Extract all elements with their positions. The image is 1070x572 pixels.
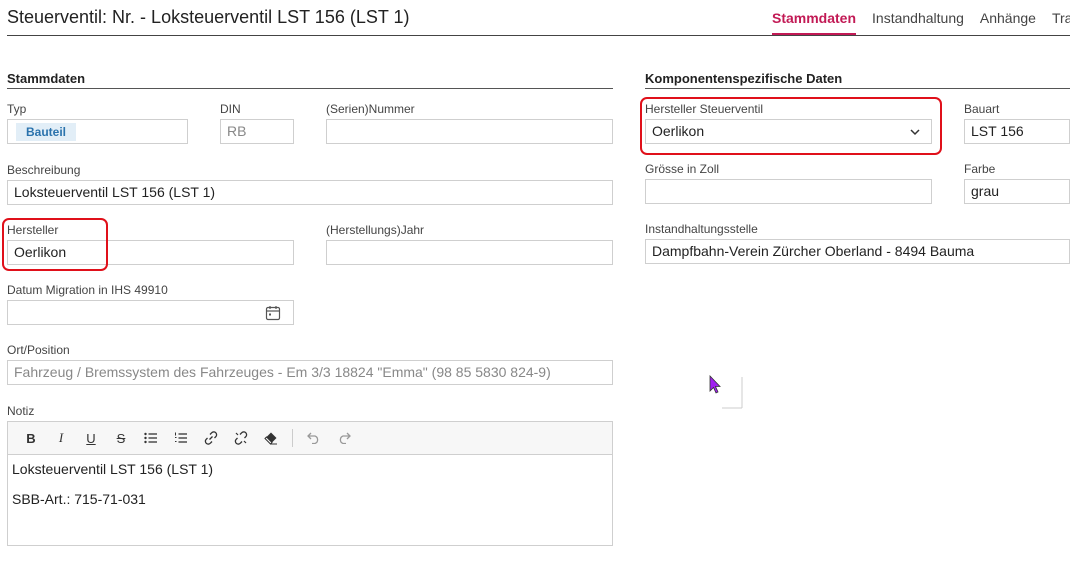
nummer-input[interactable] (326, 119, 613, 144)
nummer-label: (Serien)Nummer (326, 102, 415, 116)
notiz-line: Loksteuerventil LST 156 (LST 1) (12, 461, 214, 477)
clear-format-icon[interactable] (256, 426, 286, 450)
calendar-icon[interactable] (265, 305, 281, 321)
highlight-box-hersteller (2, 218, 108, 271)
jahr-input[interactable] (326, 240, 613, 265)
bauart-label: Bauart (964, 102, 1000, 116)
section-title-stammdaten: Stammdaten (7, 71, 86, 86)
farbe-input[interactable]: grau (964, 179, 1070, 204)
instandhaltungsstelle-label: Instandhaltungsstelle (645, 222, 758, 236)
editor-content[interactable]: Loksteuerventil LST 156 (LST 1) SBB-Art.… (8, 455, 612, 527)
ort-position-label: Ort/Position (7, 343, 70, 357)
tab-anhaenge[interactable]: Anhänge (980, 10, 1036, 35)
notiz-editor[interactable]: B I U S Loksteuerventil LST 156 (LST 1) … (7, 421, 613, 546)
datum-migration-label: Datum Migration in IHS 49910 (7, 283, 168, 297)
ort-position-field: Fahrzeug / Bremssystem des Fahrzeuges - … (7, 360, 613, 385)
toolbar-separator (292, 429, 293, 447)
notiz-label: Notiz (7, 404, 35, 418)
section-divider (7, 88, 613, 89)
underline-icon[interactable]: U (76, 426, 106, 450)
highlight-box-hersteller-steuerventil (640, 97, 942, 155)
jahr-label: (Herstellungs)Jahr (326, 223, 425, 237)
bullet-list-icon[interactable] (136, 426, 166, 450)
italic-icon[interactable]: I (46, 426, 76, 450)
page-title: Steuerventil: Nr. - Loksteuerventil LST … (7, 7, 410, 27)
numbered-list-icon[interactable] (166, 426, 196, 450)
din-label: DIN (220, 102, 241, 116)
typ-field[interactable]: Bauteil (7, 119, 188, 144)
datum-migration-input[interactable] (7, 300, 294, 325)
editor-toolbar: B I U S (8, 422, 612, 455)
undo-icon[interactable] (299, 426, 329, 450)
strikethrough-icon[interactable]: S (106, 426, 136, 450)
section-divider (645, 88, 1070, 89)
instandhaltungsstelle-input[interactable]: Dampfbahn-Verein Zürcher Oberland - 8494… (645, 239, 1070, 264)
bold-icon[interactable]: B (16, 426, 46, 450)
tab-stammdaten[interactable]: Stammdaten (772, 10, 857, 35)
tab-tra[interactable]: Tra (1052, 10, 1070, 35)
section-title-komponenten: Komponentenspezifische Daten (645, 71, 843, 86)
typ-badge: Bauteil (16, 123, 77, 141)
redo-icon[interactable] (329, 426, 359, 450)
unlink-icon[interactable] (226, 426, 256, 450)
notiz-line: SBB-Art.: 715-71-031 (12, 491, 146, 507)
groesse-input[interactable] (645, 179, 932, 204)
link-icon[interactable] (196, 426, 226, 450)
beschreibung-input[interactable]: Loksteuerventil LST 156 (LST 1) (7, 180, 613, 205)
mouse-cursor-icon (709, 375, 743, 409)
header-divider (7, 35, 1070, 36)
tab-instandhaltung[interactable]: Instandhaltung (872, 10, 964, 35)
tab-bar: Stammdaten Instandhaltung Anhänge Tra (772, 10, 1070, 35)
typ-label: Typ (7, 102, 27, 116)
beschreibung-label: Beschreibung (7, 163, 81, 177)
din-field: RB (220, 119, 294, 144)
bauart-input[interactable]: LST 156 (964, 119, 1070, 144)
farbe-label: Farbe (964, 162, 996, 176)
groesse-label: Grösse in Zoll (645, 162, 720, 176)
